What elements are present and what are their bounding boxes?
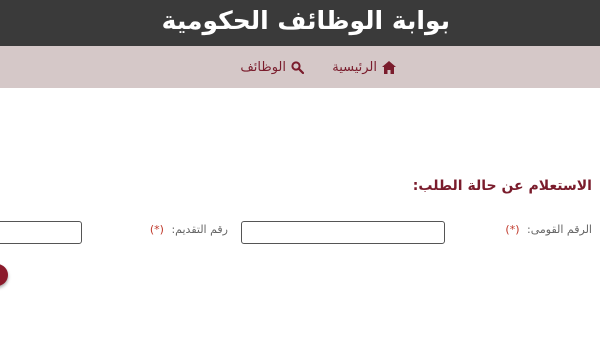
required-marker: (*) xyxy=(505,223,520,236)
search-icon xyxy=(291,60,304,74)
application-number-label-text: رقم التقديم: xyxy=(171,223,228,236)
nav-item-home[interactable]: الرئيسية xyxy=(332,58,396,76)
nav-jobs-label: الوظائف xyxy=(240,59,286,75)
nav-home-label: الرئيسية xyxy=(332,59,377,75)
national-id-label: الرقم القومى: (*) xyxy=(505,223,592,236)
national-id-label-text: الرقم القومى: xyxy=(527,223,592,236)
status-inquiry-title: الاستعلام عن حالة الطلب: xyxy=(412,178,592,194)
application-number-input[interactable] xyxy=(0,221,82,244)
national-id-input[interactable] xyxy=(241,221,445,244)
site-title: بوابة الوظائف الحكومية xyxy=(161,6,450,35)
required-marker: (*) xyxy=(149,223,164,236)
main-nav: الرئيسية الوظائف xyxy=(0,46,600,88)
site-header: بوابة الوظائف الحكومية xyxy=(0,0,600,46)
nav-item-jobs[interactable]: الوظائف xyxy=(240,58,304,76)
submit-button[interactable] xyxy=(0,264,8,286)
application-number-label: رقم التقديم: (*) xyxy=(150,223,228,236)
home-icon xyxy=(382,60,396,74)
